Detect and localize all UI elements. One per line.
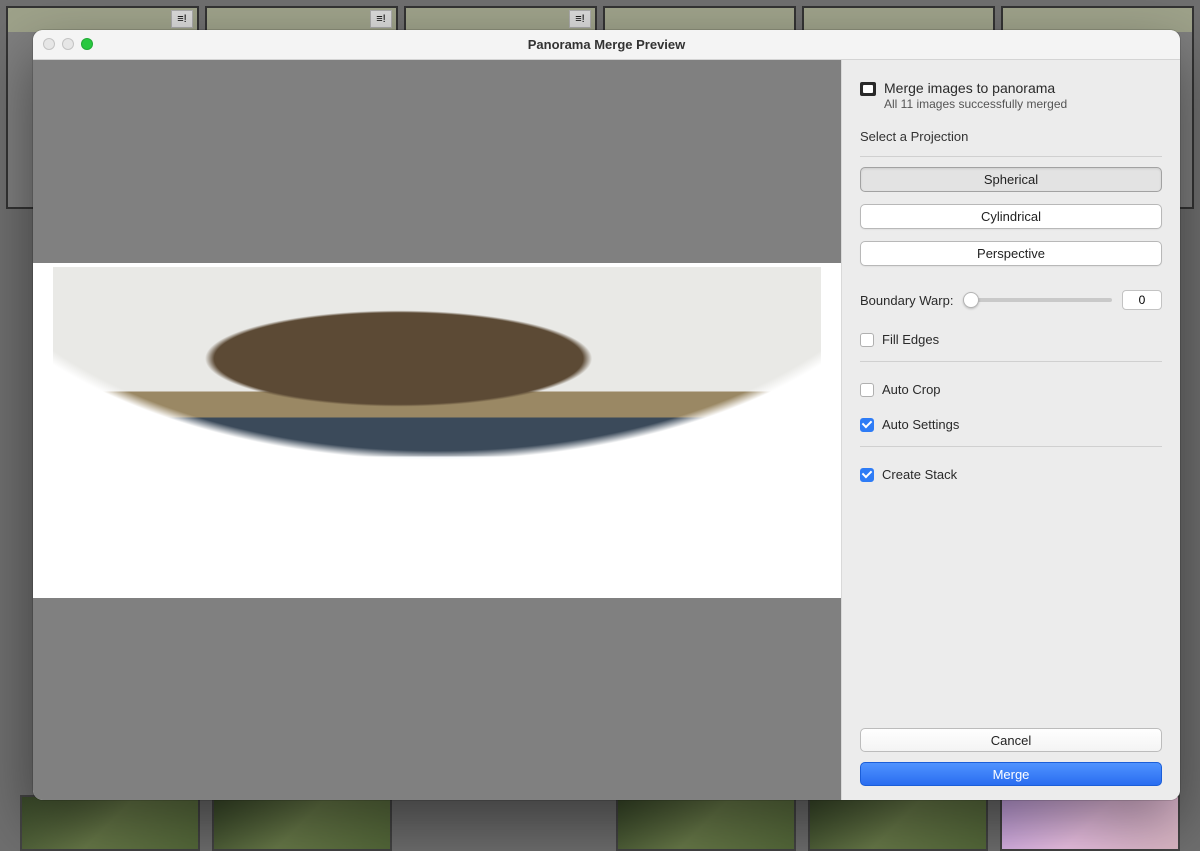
cancel-button[interactable]: Cancel (860, 728, 1162, 752)
auto-crop-label: Auto Crop (882, 382, 941, 397)
titlebar[interactable]: Panorama Merge Preview (33, 30, 1180, 60)
create-stack-label: Create Stack (882, 467, 957, 482)
flag-icon: ≡! (171, 10, 193, 28)
settings-sidebar: Merge images to panorama All 11 images s… (841, 60, 1180, 800)
thumbnail[interactable] (212, 795, 392, 851)
merge-button[interactable]: Merge (860, 762, 1162, 786)
boundary-warp-slider[interactable] (963, 298, 1112, 302)
boundary-warp-input[interactable] (1122, 290, 1162, 310)
flag-icon: ≡! (370, 10, 392, 28)
create-stack-checkbox[interactable] (860, 468, 874, 482)
panorama-merge-dialog: Panorama Merge Preview Merge images to p… (33, 30, 1180, 800)
projection-perspective-button[interactable]: Perspective (860, 241, 1162, 266)
thumbnail[interactable]: ★★★ (808, 795, 988, 851)
projection-spherical-button[interactable]: Spherical (860, 167, 1162, 192)
slider-thumb[interactable] (963, 292, 979, 308)
close-window-button[interactable] (43, 38, 55, 50)
boundary-warp-label: Boundary Warp: (860, 293, 953, 308)
thumbnail[interactable] (1000, 795, 1180, 851)
fill-edges-checkbox[interactable] (860, 333, 874, 347)
preview-pane[interactable] (33, 60, 841, 800)
thumbnail[interactable] (20, 795, 200, 851)
divider (860, 446, 1162, 447)
thumbnail[interactable]: ★ (616, 795, 796, 851)
panorama-icon (860, 82, 876, 96)
panorama-image (53, 267, 821, 594)
panorama-canvas (33, 263, 841, 598)
projection-label: Select a Projection (860, 129, 1162, 144)
divider (860, 361, 1162, 362)
flag-icon: ≡! (569, 10, 591, 28)
auto-settings-label: Auto Settings (882, 417, 959, 432)
auto-settings-checkbox[interactable] (860, 418, 874, 432)
fill-edges-label: Fill Edges (882, 332, 939, 347)
zoom-window-button[interactable] (81, 38, 93, 50)
auto-crop-checkbox[interactable] (860, 383, 874, 397)
projection-cylindrical-button[interactable]: Cylindrical (860, 204, 1162, 229)
divider (860, 156, 1162, 157)
merge-title: Merge images to panorama (884, 80, 1067, 96)
minimize-window-button[interactable] (62, 38, 74, 50)
window-title: Panorama Merge Preview (528, 37, 686, 52)
merge-status: All 11 images successfully merged (884, 97, 1067, 111)
